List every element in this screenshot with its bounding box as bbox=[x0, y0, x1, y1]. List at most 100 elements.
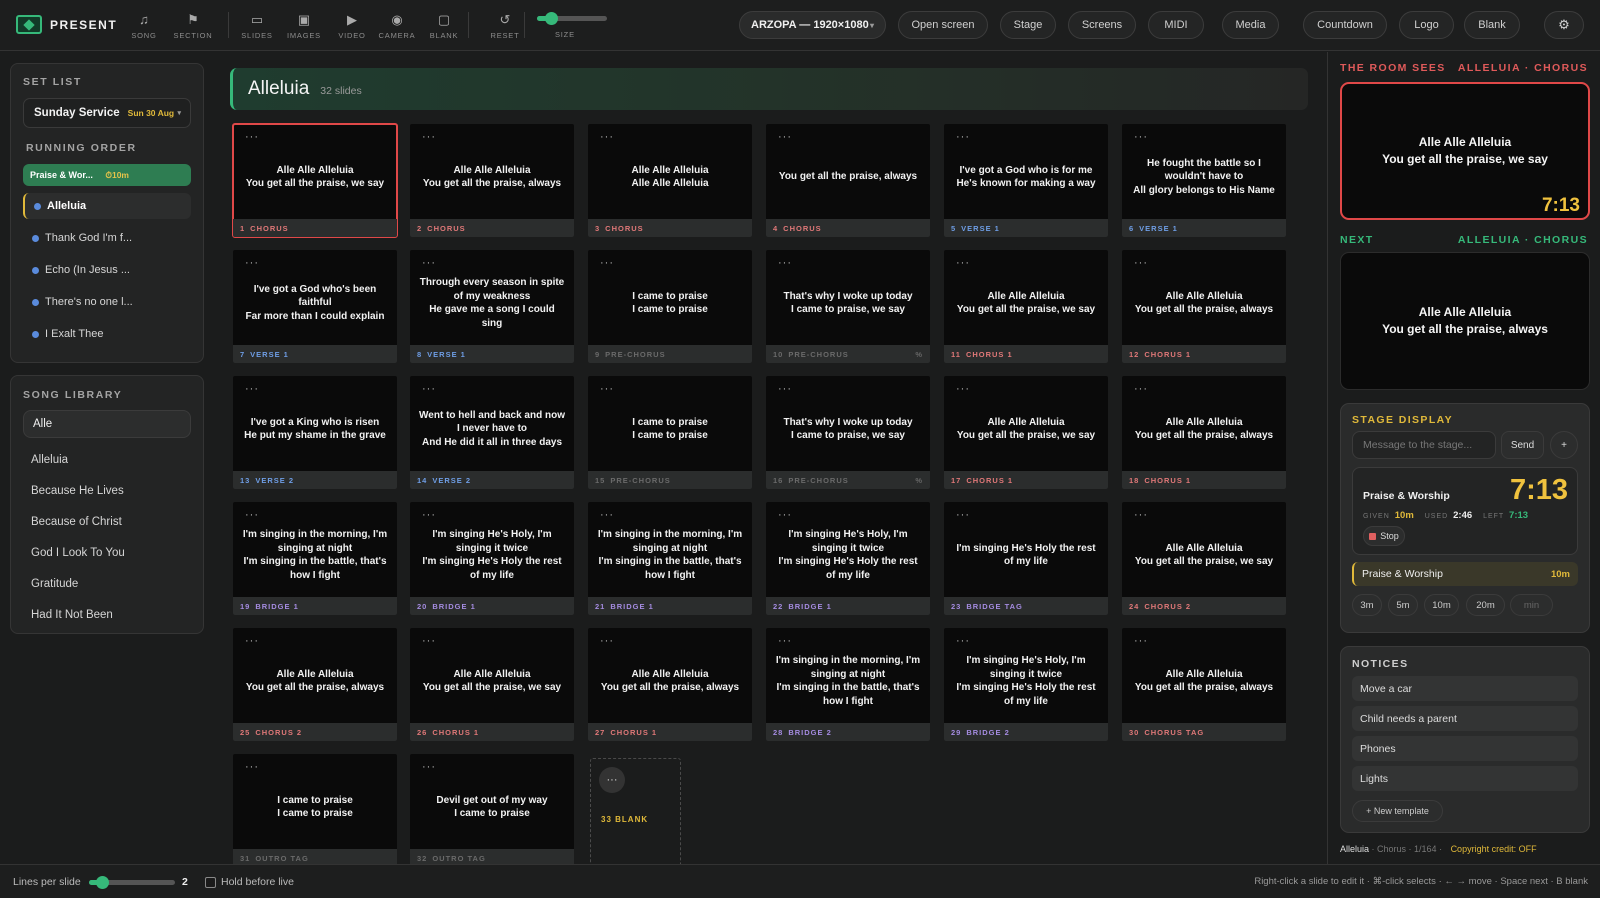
notice-item[interactable]: Phones bbox=[1352, 736, 1578, 761]
slide-section: CHORUS bbox=[605, 223, 644, 233]
slide-thumbnail[interactable]: ··· Through every season in spite of my w… bbox=[410, 250, 574, 363]
screens-button[interactable]: Screens bbox=[1068, 11, 1136, 39]
slide-thumbnail[interactable]: ··· You get all the praise, always 4 CHORUS bbox=[766, 124, 930, 237]
tool-video-button[interactable]: ▶ VIDEO bbox=[329, 12, 375, 40]
service-select[interactable]: Sunday Service Sun 30 Aug ▾ bbox=[23, 98, 191, 128]
running-order-item[interactable]: Echo (In Jesus ... bbox=[23, 257, 191, 283]
media-button[interactable]: Media bbox=[1222, 11, 1279, 39]
running-order-item[interactable]: There's no one l... bbox=[23, 289, 191, 315]
copyright-credit-toggle[interactable]: Copyright credit: OFF bbox=[1451, 844, 1537, 854]
blank-button[interactable]: Blank bbox=[1464, 11, 1520, 39]
app-logo: PRESENT bbox=[16, 15, 117, 34]
library-song-item[interactable]: Alleluia bbox=[31, 454, 68, 466]
running-order-item[interactable]: Alleluia bbox=[23, 193, 191, 219]
slide-thumbnail[interactable]: ··· I'm singing in the morning, I'm singi… bbox=[233, 502, 397, 615]
library-song-item[interactable]: Gratitude bbox=[31, 578, 78, 590]
blank-slide[interactable]: ··· 33 BLANK bbox=[590, 758, 681, 871]
tool-camera-button[interactable]: ◉ CAMERA bbox=[374, 12, 420, 40]
notice-item[interactable]: Move a car bbox=[1352, 676, 1578, 701]
slide-thumbnail[interactable]: ··· I'm singing in the morning, I'm singi… bbox=[588, 502, 752, 615]
more-options-icon[interactable]: ··· bbox=[599, 767, 625, 793]
slide-thumbnail[interactable]: ··· I'm singing in the morning, I'm singi… bbox=[766, 628, 930, 741]
slide-thumbnail[interactable]: ··· Alle Alle Alleluia You get all the pr… bbox=[1122, 628, 1286, 741]
stage-message-input[interactable]: Message to the stage... bbox=[1352, 431, 1496, 459]
library-song-item[interactable]: Had It Not Been bbox=[31, 609, 113, 621]
notice-item[interactable]: Child needs a parent bbox=[1352, 706, 1578, 731]
slide-thumbnail[interactable]: ··· Devil get out of my way I came to pra… bbox=[410, 754, 574, 867]
running-order-label: I Exalt Thee bbox=[45, 328, 104, 340]
slide-thumbnail[interactable]: ··· Alle Alle Alleluia You get all the pr… bbox=[1122, 376, 1286, 489]
slide-thumbnail[interactable]: ··· Alle Alle Alleluia You get all the pr… bbox=[944, 250, 1108, 363]
lines-slider-handle[interactable] bbox=[96, 876, 109, 889]
slide-thumbnail[interactable]: ··· I'm singing He's Holy, I'm singing it… bbox=[766, 502, 930, 615]
slide-thumbnail[interactable]: ··· Alle Alle Alleluia You get all the pr… bbox=[232, 123, 398, 238]
tool-blank-button[interactable]: ▢ BLANK bbox=[421, 12, 467, 40]
display-select[interactable]: ARZOPA — 1920×1080 ▾ bbox=[739, 11, 886, 39]
slide-section: PRE-CHORUS bbox=[605, 349, 666, 359]
preset-3m-button[interactable]: 3m bbox=[1352, 594, 1382, 616]
library-song-item[interactable]: God I Look To You bbox=[31, 547, 125, 559]
slide-section: VERSE 1 bbox=[961, 223, 1000, 233]
lines-per-slide-slider[interactable] bbox=[89, 876, 175, 889]
open-screen-button[interactable]: Open screen bbox=[898, 11, 988, 39]
tool-images-button[interactable]: ▣ IMAGES bbox=[281, 12, 327, 40]
slide-text: I'm singing in the morning, I'm singing … bbox=[242, 529, 388, 581]
preset-5m-button[interactable]: 5m bbox=[1388, 594, 1418, 616]
running-order-item[interactable]: Thank God I'm f... bbox=[23, 225, 191, 251]
midi-button[interactable]: MIDI bbox=[1148, 11, 1204, 39]
preset-10m-button[interactable]: 10m bbox=[1424, 594, 1459, 616]
custom-minutes-input[interactable]: min bbox=[1510, 594, 1553, 616]
slide-thumbnail[interactable]: ··· Alle Alle Alleluia You get all the pr… bbox=[1122, 502, 1286, 615]
slide-section: CHORUS bbox=[427, 223, 466, 233]
slide-thumbnail[interactable]: ··· Alle Alle Alleluia Alle Alle Alleluia… bbox=[588, 124, 752, 237]
countdown-button[interactable]: Countdown bbox=[1303, 11, 1387, 39]
slide-thumbnail[interactable]: ··· I've got a God who is for me He's kno… bbox=[944, 124, 1108, 237]
logo-button[interactable]: Logo bbox=[1399, 11, 1454, 39]
tool-section-button[interactable]: ⚑ SECTION bbox=[170, 12, 216, 40]
tool-slides-button[interactable]: ▭ SLIDES bbox=[234, 12, 280, 40]
library-song-item[interactable]: Because He Lives bbox=[31, 485, 124, 497]
size-slider-handle[interactable] bbox=[545, 12, 558, 25]
slide-thumbnail[interactable]: ··· Alle Alle Alleluia You get all the pr… bbox=[1122, 250, 1286, 363]
slide-thumbnail[interactable]: ··· Alle Alle Alleluia You get all the pr… bbox=[944, 376, 1108, 489]
notice-item[interactable]: Lights bbox=[1352, 766, 1578, 791]
library-song-item[interactable]: Because of Christ bbox=[31, 516, 122, 528]
segment-row[interactable]: Praise & Worship 10m bbox=[1352, 562, 1578, 586]
slide-thumbnail[interactable]: ··· Alle Alle Alleluia You get all the pr… bbox=[588, 628, 752, 741]
tool-reset-button[interactable]: ↺ RESET bbox=[482, 12, 528, 40]
slide-thumbnail[interactable]: ··· I'm singing He's Holy, I'm singing it… bbox=[410, 502, 574, 615]
new-template-button[interactable]: + New template bbox=[1352, 800, 1443, 822]
slide-thumbnail[interactable]: ··· I came to praise I came to praise 9 PRE… bbox=[588, 250, 752, 363]
slide-thumbnail[interactable]: ··· Went to hell and back and now I never… bbox=[410, 376, 574, 489]
stop-button[interactable]: Stop bbox=[1363, 526, 1405, 546]
preset-20m-button[interactable]: 20m bbox=[1466, 594, 1505, 616]
slide-thumbnail[interactable]: ··· Alle Alle Alleluia You get all the pr… bbox=[410, 628, 574, 741]
send-button[interactable]: Send bbox=[1501, 431, 1544, 459]
slide-section-label: 13 VERSE 2 bbox=[233, 471, 397, 489]
slide-thumbnail[interactable]: ··· I came to praise I came to praise 15 PR… bbox=[588, 376, 752, 489]
slide-thumbnail[interactable]: ··· Alle Alle Alleluia You get all the pr… bbox=[233, 628, 397, 741]
stage-button[interactable]: Stage bbox=[1000, 11, 1056, 39]
slide-thumbnail[interactable]: ··· I'm singing He's Holy, I'm singing it… bbox=[944, 628, 1108, 741]
library-search-input[interactable]: Alle bbox=[23, 410, 191, 438]
running-order-item[interactable]: I Exalt Thee bbox=[23, 321, 191, 347]
add-message-button[interactable]: + bbox=[1550, 431, 1578, 459]
camera-icon: ◉ bbox=[391, 12, 403, 27]
slide-thumbnail[interactable]: ··· I've got a God who's been faithful Fa… bbox=[233, 250, 397, 363]
slide-thumbnail[interactable]: ··· I'm singing He's Holy the rest of my … bbox=[944, 502, 1108, 615]
size-slider[interactable] bbox=[537, 12, 607, 25]
slide-thumbnail[interactable]: ··· I came to praise I came to praise 31 OU… bbox=[233, 754, 397, 867]
slide-section-label: 3 CHORUS bbox=[588, 219, 752, 237]
slide-thumbnail[interactable]: ··· That's why I woke up today I came to … bbox=[766, 250, 930, 363]
segment-praise-worship[interactable]: Praise & Wor... ⏱10m bbox=[23, 164, 191, 186]
song-library-title: SONG LIBRARY bbox=[23, 389, 123, 401]
settings-button[interactable]: ⚙ bbox=[1544, 11, 1584, 39]
slide-thumbnail[interactable]: ··· He fought the battle so I wouldn't ha… bbox=[1122, 124, 1286, 237]
tool-song-button[interactable]: ♫ SONG bbox=[121, 12, 167, 40]
slide-thumbnail[interactable]: ··· Alle Alle Alleluia You get all the pr… bbox=[410, 124, 574, 237]
slide-thumbnail[interactable]: ··· I've got a King who is risen He put m… bbox=[233, 376, 397, 489]
left-value: 7:13 bbox=[1509, 510, 1529, 521]
hold-before-live-checkbox[interactable] bbox=[205, 877, 216, 888]
slide-section: BRIDGE 1 bbox=[432, 601, 476, 611]
slide-thumbnail[interactable]: ··· That's why I woke up today I came to … bbox=[766, 376, 930, 489]
